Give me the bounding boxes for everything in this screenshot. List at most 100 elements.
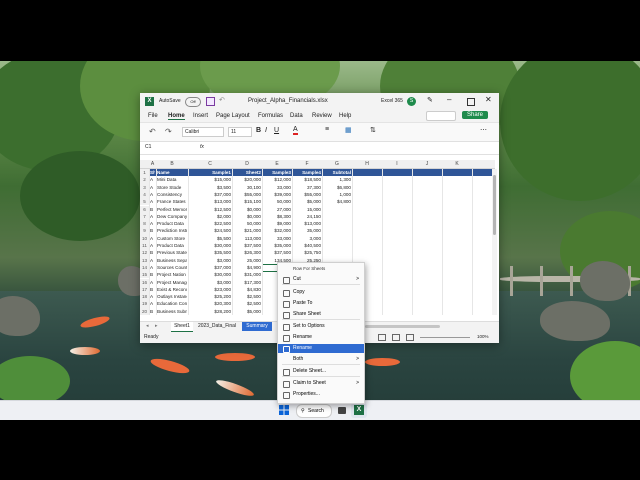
table-cell[interactable]: $40,500 xyxy=(293,242,321,249)
table-cell[interactable]: $12,500 xyxy=(189,206,231,213)
close-icon[interactable]: ✕ xyxy=(485,95,492,104)
table-cell[interactable]: 33,000 xyxy=(263,235,291,242)
table-cell[interactable]: Business Separation xyxy=(157,257,187,264)
table-cell[interactable]: A xyxy=(150,279,155,286)
table-cell[interactable]: $30,000 xyxy=(189,271,231,278)
row-number[interactable]: 18 xyxy=(140,293,149,301)
table-cell[interactable]: 35,000 xyxy=(293,227,321,234)
sort-icon[interactable]: ⇅ xyxy=(370,126,376,134)
table-cell[interactable]: $13,000 xyxy=(293,220,321,227)
table-cell[interactable]: A xyxy=(150,213,155,220)
row-number[interactable]: 7 xyxy=(140,212,149,221)
row-number[interactable]: 13 xyxy=(140,256,149,264)
table-cell[interactable]: $28,200 xyxy=(189,308,231,315)
row-number[interactable]: 17 xyxy=(140,285,149,294)
menu-item-properties[interactable]: Properties... xyxy=(278,390,364,399)
user-avatar[interactable]: S xyxy=(407,97,416,106)
table-cell[interactable]: 37,300 xyxy=(293,184,321,191)
normal-view-icon[interactable] xyxy=(378,334,386,341)
redo-button[interactable]: ↷ xyxy=(165,127,172,136)
table-cell[interactable]: $13,000 xyxy=(189,198,231,205)
table-cell[interactable]: A xyxy=(150,176,155,183)
table-cell[interactable]: 1,300 xyxy=(323,176,352,183)
table-cell[interactable]: Project Management xyxy=(157,279,187,286)
font-color-button[interactable]: A xyxy=(293,126,298,135)
table-cell[interactable]: A xyxy=(150,235,155,242)
table-cell[interactable]: $55,000 xyxy=(293,191,321,198)
table-cell[interactable]: Consistency xyxy=(157,191,187,198)
table-cell[interactable]: A xyxy=(150,264,155,271)
ribbon-tab-page-layout[interactable]: Page Layout xyxy=(216,113,250,119)
table-cell[interactable]: $32,000 xyxy=(263,227,291,234)
more-icon[interactable]: ⋯ xyxy=(480,126,487,134)
table-cell[interactable]: 3,000 xyxy=(293,235,322,242)
table-cell[interactable]: $18,500 xyxy=(293,176,321,183)
column-header-B[interactable]: B xyxy=(156,161,188,167)
table-cell[interactable]: Perfect Memory xyxy=(157,206,187,213)
table-cell[interactable]: 25,000 xyxy=(233,257,261,264)
table-cell[interactable]: $3,000 xyxy=(189,257,231,264)
table-cell[interactable]: A xyxy=(150,191,155,198)
table-cell[interactable]: $39,000 xyxy=(263,191,291,198)
taskbar-search[interactable]: ⚲ Search xyxy=(296,404,332,418)
table-cell[interactable]: $15,000 xyxy=(189,176,231,183)
row-number[interactable]: 5 xyxy=(140,198,149,206)
menu-item-set-to-options[interactable]: Set to Options xyxy=(278,322,364,331)
undo-icon[interactable]: ↶ xyxy=(219,96,225,104)
italic-button[interactable]: I xyxy=(265,127,267,134)
font-name-select[interactable]: Calibri xyxy=(182,127,224,137)
table-cell[interactable]: B xyxy=(150,308,155,315)
table-cell[interactable]: $15,100 xyxy=(233,198,261,205)
table-cell[interactable]: $12,000 xyxy=(263,176,291,183)
table-cell[interactable]: $31,000 xyxy=(233,271,261,278)
comments-icon[interactable] xyxy=(426,111,456,121)
minimize-icon[interactable]: – xyxy=(447,95,451,104)
name-box[interactable]: C1 xyxy=(145,144,183,151)
table-cell[interactable]: A xyxy=(150,257,155,264)
maximize-icon[interactable] xyxy=(467,98,475,106)
underline-button[interactable]: U xyxy=(274,127,279,134)
table-cell[interactable]: B xyxy=(150,249,155,256)
table-cell[interactable]: $25,750 xyxy=(293,249,321,256)
font-size-select[interactable]: 11 xyxy=(228,127,252,137)
table-cell[interactable]: A xyxy=(150,198,155,205)
column-header-J[interactable]: J xyxy=(412,161,442,167)
table-cell[interactable]: B xyxy=(150,206,155,213)
table-cell[interactable]: $2,000 xyxy=(189,213,231,220)
table-cell[interactable]: A xyxy=(150,184,155,191)
column-title[interactable]: Sheet1 xyxy=(150,169,155,176)
column-title[interactable]: Sheet2 xyxy=(233,169,261,176)
table-cell[interactable]: $25,200 xyxy=(189,293,231,300)
table-cell[interactable]: A xyxy=(150,300,155,307)
bold-button[interactable]: B xyxy=(256,127,261,134)
table-cell[interactable]: Dew Company xyxy=(157,213,187,220)
table-cell[interactable]: A xyxy=(150,293,155,300)
table-cell[interactable]: 33,000 xyxy=(263,184,291,191)
row-number[interactable]: 9 xyxy=(140,227,149,235)
column-header-C[interactable]: C xyxy=(188,161,232,167)
task-view-icon[interactable] xyxy=(334,403,350,418)
vertical-scrollbar[interactable] xyxy=(492,169,497,315)
horizontal-scrollbar[interactable] xyxy=(365,325,440,328)
table-cell[interactable]: $35,500 xyxy=(189,249,231,256)
table-cell[interactable]: $30,000 xyxy=(189,242,231,249)
row-number[interactable]: 19 xyxy=(140,300,149,308)
table-cell[interactable]: A xyxy=(150,242,155,249)
table-cell[interactable]: $22,500 xyxy=(189,220,231,227)
table-cell[interactable]: $2,500 xyxy=(233,293,261,300)
sheet-nav-next-icon[interactable]: ▸ xyxy=(155,323,158,329)
table-cell[interactable]: $4,900 xyxy=(233,264,261,271)
menu-item-rename[interactable]: Rename xyxy=(278,333,364,342)
sheet-nav-prev-icon[interactable]: ◂ xyxy=(146,323,149,329)
ribbon-tab-formulas[interactable]: Formulas xyxy=(258,113,283,119)
table-cell[interactable]: $0,000 xyxy=(233,213,261,220)
column-header-E[interactable]: E xyxy=(262,161,292,167)
sheet-tab-sheet1[interactable]: Sheet1 xyxy=(171,322,193,332)
table-cell[interactable]: Business Submarines xyxy=(157,308,187,315)
row-number[interactable]: 15 xyxy=(140,271,149,279)
table-cell[interactable]: Exist & Reconciliation xyxy=(157,286,187,293)
ribbon-tab-data[interactable]: Data xyxy=(290,113,303,119)
table-cell[interactable]: Education Contamination xyxy=(157,300,187,307)
table-cell[interactable]: A xyxy=(150,220,155,227)
table-cell[interactable]: B xyxy=(150,227,155,234)
